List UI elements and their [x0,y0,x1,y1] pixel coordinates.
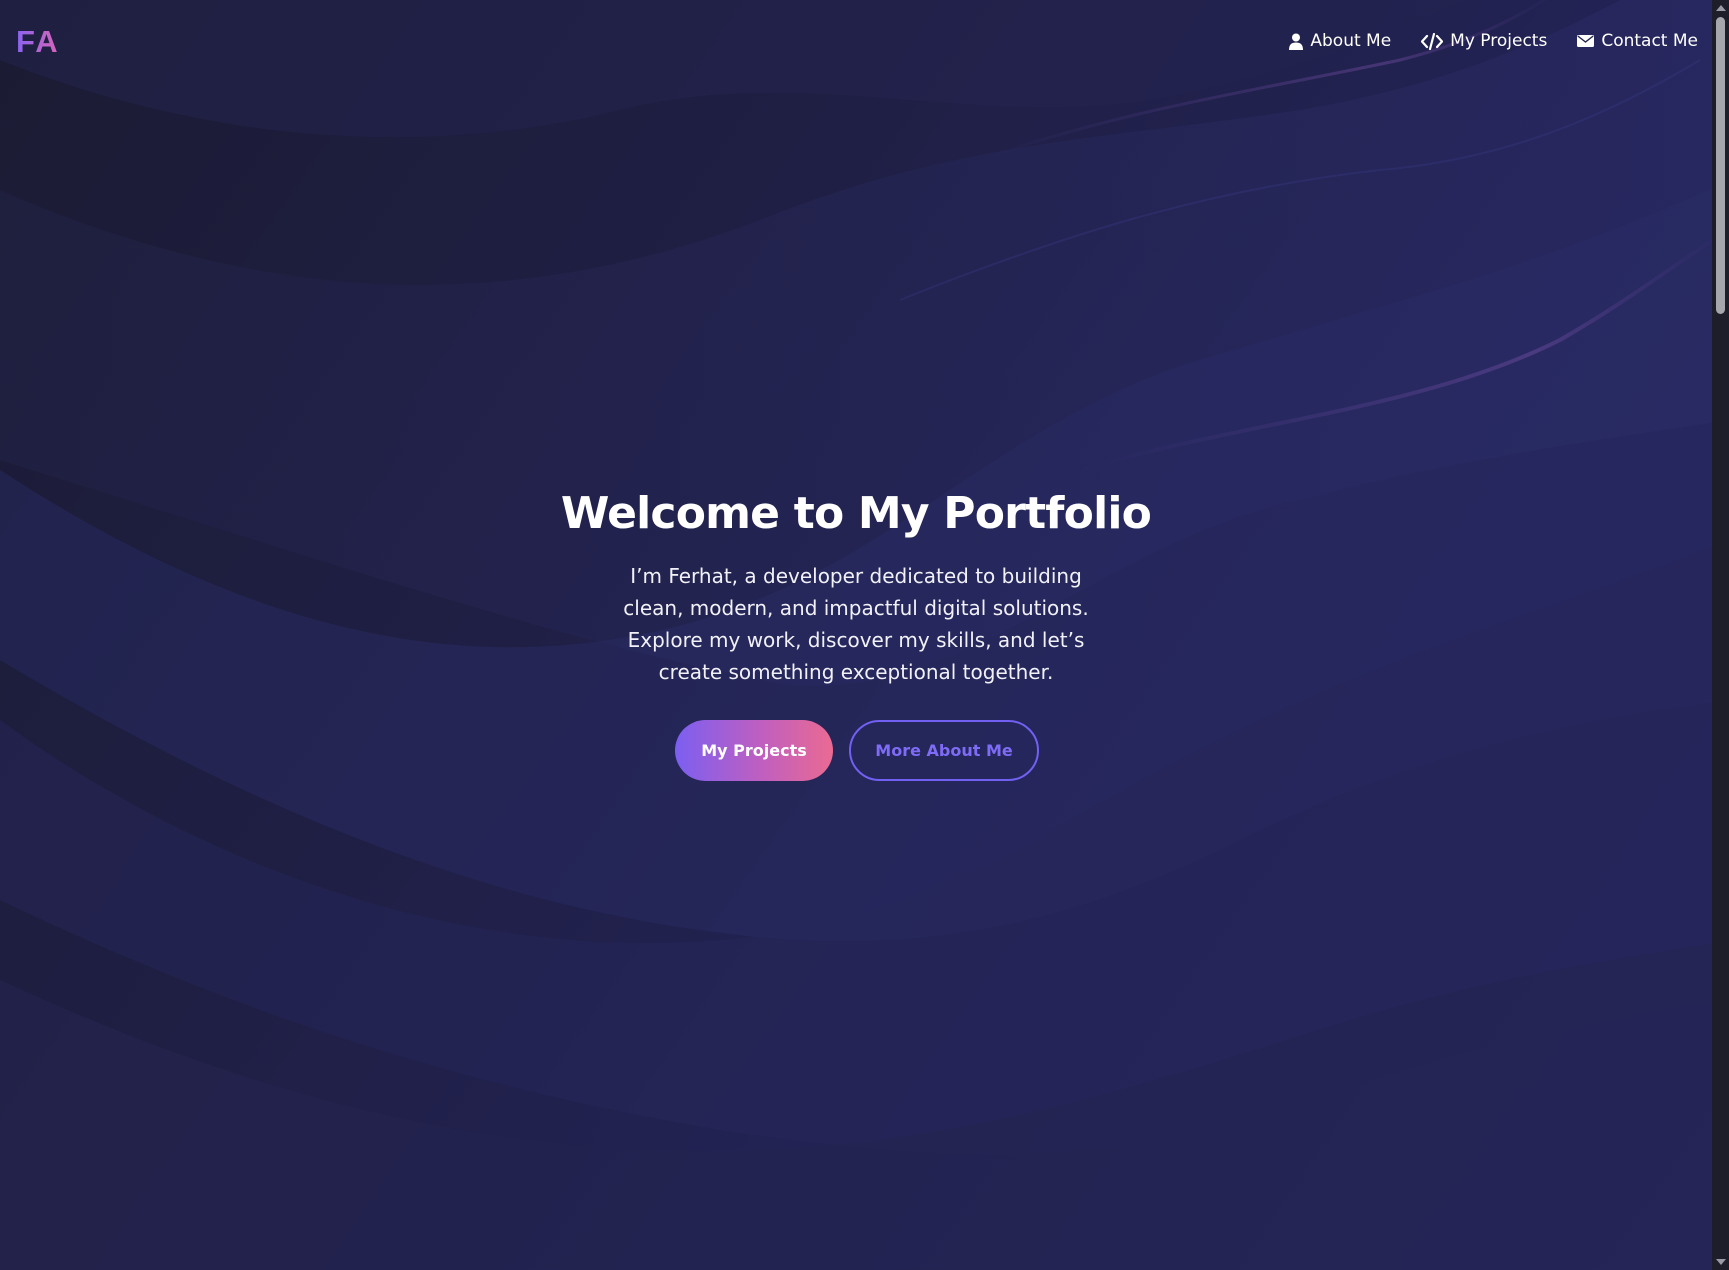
hero-title: Welcome to My Portfolio [560,488,1152,539]
my-projects-button[interactable]: My Projects [675,720,833,781]
scroll-up-arrow-icon[interactable] [1716,5,1726,11]
hero-section: Welcome to My Portfolio I’m Ferhat, a de… [0,0,1712,1270]
more-about-me-button[interactable]: More About Me [849,720,1039,781]
scroll-thumb[interactable] [1716,17,1725,314]
scroll-down-arrow-icon[interactable] [1716,1259,1726,1265]
vertical-scrollbar[interactable] [1712,0,1729,1270]
hero-subtitle: I’m Ferhat, a developer dedicated to bui… [623,564,1089,684]
